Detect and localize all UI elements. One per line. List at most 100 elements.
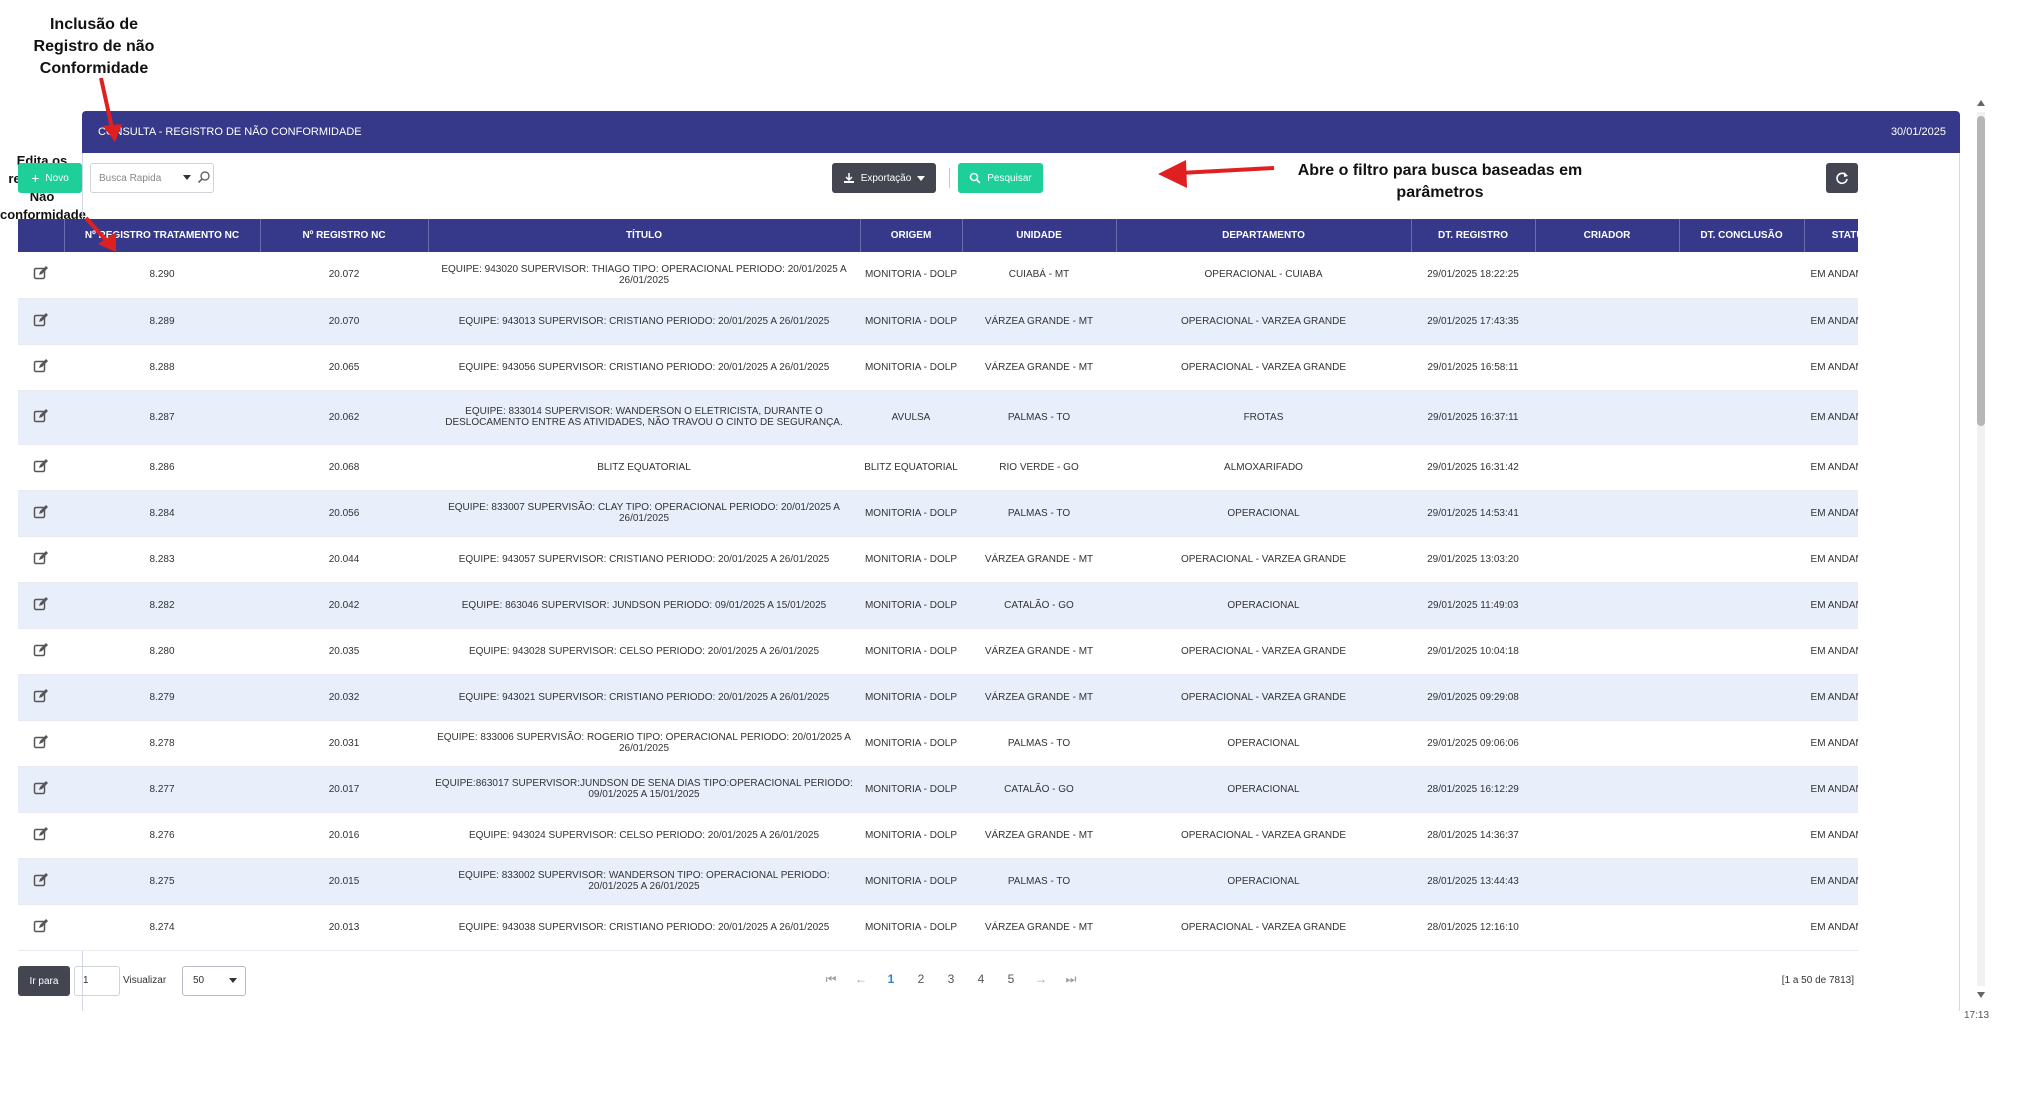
chevron-down-icon [917, 175, 926, 181]
new-button[interactable]: + Novo [18, 163, 82, 193]
edit-icon[interactable] [33, 596, 49, 612]
table-row[interactable]: 8.274 20.013 EQUIPE: 943038 SUPERVISOR: CR… [18, 904, 1858, 951]
prev-page-icon[interactable]: ← [846, 972, 876, 990]
cell-status: EM ANDAMENTO [1804, 674, 1858, 721]
table-row[interactable]: 8.275 20.015 EQUIPE: 833002 SUPERVISOR: WA… [18, 858, 1858, 905]
cell-origin: MONITORIA - DOLP [860, 490, 962, 537]
cell-completion-date [1679, 628, 1804, 675]
next-page-icon[interactable]: → [1026, 972, 1056, 990]
cell-treatment-number: 8.275 [64, 858, 260, 905]
cell-unit: PALMAS - TO [962, 490, 1116, 537]
edit-icon[interactable] [33, 312, 49, 328]
refresh-button[interactable] [1826, 163, 1858, 193]
cell-origin: MONITORIA - DOLP [860, 858, 962, 905]
toolbar-divider [949, 168, 950, 188]
first-page-icon[interactable]: ⏮ [816, 972, 846, 990]
page-size-select[interactable]: 50 [182, 966, 246, 996]
table-row[interactable]: 8.280 20.035 EQUIPE: 943028 SUPERVISOR: CE… [18, 628, 1858, 675]
search-filter-button[interactable]: Pesquisar [958, 163, 1043, 193]
column-header-creator[interactable]: CRIADOR [1535, 219, 1680, 252]
column-header-unit[interactable]: UNIDADE [962, 219, 1117, 252]
new-button-label: Novo [45, 172, 69, 184]
edit-icon[interactable] [33, 550, 49, 566]
table-row[interactable]: 8.279 20.032 EQUIPE: 943021 SUPERVISOR: CR… [18, 674, 1858, 721]
edit-icon[interactable] [33, 872, 49, 888]
edit-icon[interactable] [33, 408, 49, 424]
cell-origin: MONITORIA - DOLP [860, 674, 962, 721]
cell-creator [1535, 674, 1679, 721]
edit-icon[interactable] [33, 504, 49, 520]
column-header-completion-date[interactable]: DT. CONCLUSÃO [1679, 219, 1805, 252]
column-header-status[interactable]: STATUS [1804, 219, 1858, 252]
edit-icon[interactable] [33, 458, 49, 474]
column-header-origin[interactable]: ORIGEM [860, 219, 963, 252]
edit-cell [18, 766, 64, 813]
chevron-down-icon[interactable] [183, 175, 191, 180]
page-header: CONSULTA - REGISTRO DE NÃO CONFORMIDADE … [82, 111, 1960, 153]
edit-icon[interactable] [33, 780, 49, 796]
table-row[interactable]: 8.287 20.062 EQUIPE: 833014 SUPERVISOR: WA… [18, 390, 1858, 445]
cell-creator [1535, 582, 1679, 629]
edit-icon[interactable] [33, 642, 49, 658]
cell-completion-date [1679, 904, 1804, 951]
edit-cell [18, 252, 64, 299]
table-row[interactable]: 8.289 20.070 EQUIPE: 943013 SUPERVISOR: CR… [18, 298, 1858, 345]
scroll-up-icon[interactable] [1977, 100, 1985, 106]
goto-page-input[interactable]: 1 [74, 966, 120, 996]
cell-department: OPERACIONAL - VARZEA GRANDE [1116, 674, 1411, 721]
table-row[interactable]: 8.286 20.068 BLITZ EQUATORIAL BLITZ EQUATOR… [18, 444, 1858, 491]
table-row[interactable]: 8.284 20.056 EQUIPE: 833007 SUPERVISÃO: CL… [18, 490, 1858, 537]
page-link-5[interactable]: 5 [996, 972, 1026, 990]
cell-status: EM ANDAMENTO [1804, 904, 1858, 951]
table-row[interactable]: 8.283 20.044 EQUIPE: 943057 SUPERVISOR: CR… [18, 536, 1858, 583]
vertical-scrollbar[interactable] [1976, 98, 1986, 1002]
cell-department: OPERACIONAL - VARZEA GRANDE [1116, 298, 1411, 345]
cell-origin: MONITORIA - DOLP [860, 298, 962, 345]
cell-creator [1535, 252, 1679, 299]
table-row[interactable]: 8.282 20.042 EQUIPE: 863046 SUPERVISOR: JU… [18, 582, 1858, 629]
export-button[interactable]: Exportação [832, 163, 936, 193]
quick-search-input[interactable]: Busca Rapida [90, 163, 214, 193]
column-header-title[interactable]: TÍTULO [428, 219, 861, 252]
cell-date: 29/01/2025 10:04:18 [1411, 628, 1535, 675]
cell-origin: MONITORIA - DOLP [860, 252, 962, 299]
edit-icon[interactable] [33, 734, 49, 750]
edit-icon[interactable] [33, 265, 49, 281]
edit-cell [18, 858, 64, 905]
cell-title: EQUIPE: 943024 SUPERVISOR: CELSO PERIODO… [428, 812, 860, 859]
table-row[interactable]: 8.278 20.031 EQUIPE: 833006 SUPERVISÃO: RO… [18, 720, 1858, 767]
cell-treatment-number: 8.290 [64, 252, 260, 299]
page-link-2[interactable]: 2 [906, 972, 936, 990]
cell-department: OPERACIONAL [1116, 766, 1411, 813]
page-link-4[interactable]: 4 [966, 972, 996, 990]
cell-origin: MONITORIA - DOLP [860, 904, 962, 951]
edit-icon[interactable] [33, 688, 49, 704]
table-row[interactable]: 8.288 20.065 EQUIPE: 943056 SUPERVISOR: CR… [18, 344, 1858, 391]
edit-icon[interactable] [33, 918, 49, 934]
scroll-down-icon[interactable] [1977, 992, 1985, 998]
table-row[interactable]: 8.277 20.017 EQUIPE:863017 SUPERVISOR:JUND… [18, 766, 1858, 813]
cell-title: EQUIPE: 943038 SUPERVISOR: CRISTIANO PER… [428, 904, 860, 951]
last-page-icon[interactable]: ⏭ [1056, 972, 1086, 990]
cell-completion-date [1679, 444, 1804, 491]
page-links: ⏮ ← 1 2 3 4 5 → ⏭ [816, 972, 1086, 990]
cell-unit: VÁRZEA GRANDE - MT [962, 674, 1116, 721]
table-row[interactable]: 8.290 20.072 EQUIPE: 943020 SUPERVISOR: TH… [18, 252, 1858, 299]
column-header-date[interactable]: DT. REGISTRO [1411, 219, 1536, 252]
cell-treatment-number: 8.287 [64, 390, 260, 445]
column-header-treatment-number[interactable]: Nº REGISTRO TRATAMENTO NC [64, 219, 261, 252]
scroll-thumb[interactable] [1977, 116, 1985, 426]
page-link-1[interactable]: 1 [876, 972, 906, 990]
cell-creator [1535, 490, 1679, 537]
column-header-department[interactable]: DEPARTAMENTO [1116, 219, 1412, 252]
page-link-3[interactable]: 3 [936, 972, 966, 990]
edit-icon[interactable] [33, 826, 49, 842]
table-row[interactable]: 8.276 20.016 EQUIPE: 943024 SUPERVISOR: CE… [18, 812, 1858, 859]
cell-title: EQUIPE: 943013 SUPERVISOR: CRISTIANO PER… [428, 298, 860, 345]
download-icon [843, 173, 854, 183]
cell-origin: BLITZ EQUATORIAL [860, 444, 962, 491]
edit-icon[interactable] [33, 358, 49, 374]
column-header-nc-number[interactable]: Nº REGISTRO NC [260, 219, 429, 252]
goto-page-button[interactable]: Ir para [18, 966, 70, 996]
search-icon[interactable] [197, 170, 211, 184]
